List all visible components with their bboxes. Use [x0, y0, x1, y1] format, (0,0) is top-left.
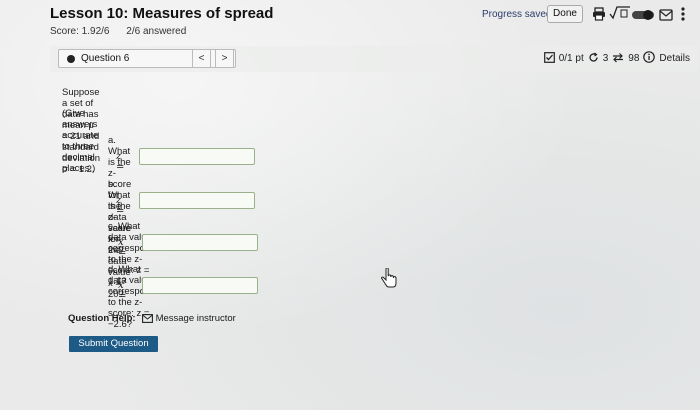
part-d-variable: x = [118, 280, 127, 302]
part-b-answer-input[interactable] [139, 192, 255, 209]
question-select-label: Question 6 [81, 53, 130, 64]
info-icon[interactable] [643, 51, 656, 66]
part-d-answer-input[interactable] [142, 277, 258, 294]
sqrt-icon[interactable] [609, 6, 631, 25]
question-instruction: (Give answers accurate to three decimal … [62, 108, 99, 174]
message-instructor-link[interactable]: Message instructor [141, 313, 236, 324]
submit-question-button[interactable]: Submit Question [69, 336, 158, 352]
next-question-button[interactable]: > [215, 49, 234, 68]
toggle-icon[interactable] [632, 8, 654, 26]
attempts-icon [612, 52, 624, 66]
answered-count: 2/6 answered [126, 26, 187, 37]
score-line: Score: 1.92/6 2/6 answered [50, 26, 200, 37]
retries-count: 3 [602, 53, 609, 64]
part-c-variable: x = [118, 237, 127, 259]
details-link[interactable]: Details [659, 53, 690, 64]
question-status-dot [67, 55, 75, 63]
lesson-title: Lesson 10: Measures of spread [50, 5, 274, 22]
more-icon[interactable] [680, 6, 686, 27]
previous-question-button[interactable]: < [192, 49, 211, 68]
question-help: Question Help: Message instructor [68, 313, 236, 324]
question-bar: Question 6 ▼ < > 0/1 pt 3 98 Details [50, 46, 698, 72]
envelope-icon [141, 314, 153, 323]
score-text: Score: 1.92/6 [50, 26, 110, 37]
question-help-label: Question Help: [68, 313, 136, 324]
header: Lesson 10: Measures of spread Score: 1.9… [0, 0, 700, 42]
part-b-variable: z = [116, 195, 125, 217]
part-c-answer-input[interactable] [142, 234, 258, 251]
part-a-variable: z = [116, 151, 125, 173]
points-text: 0/1 pt [558, 53, 584, 64]
progress-status: Progress saved [482, 9, 552, 20]
attempts-count: 98 [628, 53, 640, 64]
message-instructor-label: Message instructor [155, 313, 236, 324]
mouse-cursor-icon [380, 267, 398, 293]
retry-icon [588, 52, 599, 66]
checkbox-icon [543, 51, 555, 66]
mail-icon[interactable] [659, 8, 673, 26]
done-button[interactable]: Done [547, 5, 583, 23]
part-a-answer-input[interactable] [139, 148, 255, 165]
print-icon[interactable] [592, 7, 606, 26]
question-meta: 0/1 pt 3 98 Details [543, 51, 690, 66]
